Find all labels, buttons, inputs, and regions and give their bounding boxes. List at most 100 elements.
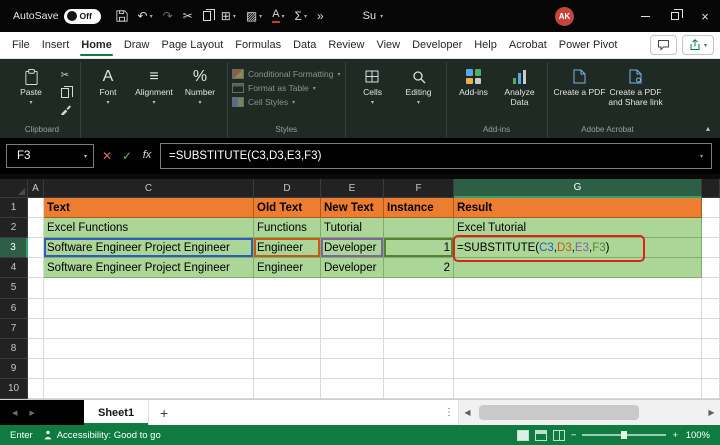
page-break-view-button[interactable]: [553, 430, 565, 441]
new-sheet-button[interactable]: +: [149, 400, 179, 425]
menu-home[interactable]: Home: [75, 32, 118, 58]
cell-G9[interactable]: [454, 359, 702, 379]
zoom-slider-handle[interactable]: [621, 431, 627, 439]
autosum-button[interactable]: Σ▾: [290, 4, 312, 28]
cell-D1[interactable]: Old Text: [254, 198, 321, 218]
cell-D9[interactable]: [254, 359, 321, 379]
format-as-table-button[interactable]: Format as Table ▾: [232, 83, 341, 93]
cancel-button[interactable]: ✕: [97, 149, 117, 163]
cells-menu-button[interactable]: Cells ▾: [350, 62, 396, 106]
format-painter-button[interactable]: [56, 103, 74, 116]
column-header-C[interactable]: C: [44, 179, 254, 198]
create-pdf-share-button[interactable]: Create a PDF and Share link: [608, 62, 664, 108]
cell-C3[interactable]: Software Engineer Project Engineer: [44, 238, 254, 258]
cell-styles-button[interactable]: Cell Styles ▾: [232, 97, 341, 107]
copy-button[interactable]: [56, 86, 74, 99]
cell-A6[interactable]: [28, 299, 44, 319]
cell-G10[interactable]: [454, 379, 702, 399]
cell-F7[interactable]: [384, 319, 454, 339]
cell-E4[interactable]: Developer: [321, 258, 384, 278]
cut-button[interactable]: ✂: [56, 69, 74, 82]
cell-D6[interactable]: [254, 299, 321, 319]
cell-F4[interactable]: 2: [384, 258, 454, 278]
comments-button[interactable]: [650, 35, 677, 55]
cell-E2[interactable]: Tutorial: [321, 218, 384, 238]
cell-A9[interactable]: [28, 359, 44, 379]
cell-partial-10[interactable]: [702, 379, 720, 399]
cell-A10[interactable]: [28, 379, 44, 399]
cell-F2[interactable]: [384, 218, 454, 238]
accessibility-checker[interactable]: Accessibility: Good to go: [43, 430, 161, 441]
horizontal-scrollbar[interactable]: ◀ ▶: [458, 400, 720, 425]
cell-partial-1[interactable]: [702, 198, 720, 218]
cell-partial-2[interactable]: [702, 218, 720, 238]
redo-button[interactable]: ↷: [158, 4, 178, 28]
formula-input[interactable]: =SUBSTITUTE(C3,D3,E3,F3) ▾: [160, 143, 712, 169]
analyze-data-button[interactable]: Analyze Data: [497, 62, 543, 108]
menu-power-pivot[interactable]: Power Pivot: [553, 32, 624, 58]
cell-C9[interactable]: [44, 359, 254, 379]
cell-E7[interactable]: [321, 319, 384, 339]
share-button[interactable]: ▾: [682, 35, 714, 55]
row-header-1[interactable]: 1: [0, 198, 28, 218]
column-header-D[interactable]: D: [254, 179, 321, 198]
sheet-tab-sheet1[interactable]: Sheet1: [84, 400, 149, 425]
font-menu-button[interactable]: A Font ▾: [85, 62, 131, 106]
menu-review[interactable]: Review: [322, 32, 370, 58]
cell-E3[interactable]: Developer: [321, 238, 384, 258]
scroll-right-icon[interactable]: ▶: [703, 408, 720, 417]
cell-D5[interactable]: [254, 278, 321, 298]
menu-acrobat[interactable]: Acrobat: [503, 32, 553, 58]
column-header-F[interactable]: F: [384, 179, 454, 198]
tab-options-icon[interactable]: ⋮: [440, 400, 458, 425]
zoom-slider[interactable]: [582, 434, 666, 436]
menu-developer[interactable]: Developer: [406, 32, 468, 58]
menu-data[interactable]: Data: [287, 32, 322, 58]
row-header-4[interactable]: 4: [0, 258, 28, 278]
cell-partial-5[interactable]: [702, 278, 720, 298]
cell-G8[interactable]: [454, 339, 702, 359]
cell-A7[interactable]: [28, 319, 44, 339]
cell-D7[interactable]: [254, 319, 321, 339]
cell-D8[interactable]: [254, 339, 321, 359]
cell-partial-8[interactable]: [702, 339, 720, 359]
cell-partial-3[interactable]: [702, 238, 720, 258]
column-header-A[interactable]: A: [28, 179, 44, 198]
cell-A2[interactable]: [28, 218, 44, 238]
cell-C6[interactable]: [44, 299, 254, 319]
column-header-partial[interactable]: [702, 179, 720, 198]
cell-F5[interactable]: [384, 278, 454, 298]
alignment-menu-button[interactable]: ≡ Alignment ▾: [131, 62, 177, 106]
minimize-button[interactable]: [630, 0, 660, 32]
cell-D4[interactable]: Engineer: [254, 258, 321, 278]
collapse-ribbon-button[interactable]: ▴: [706, 124, 710, 133]
menu-view[interactable]: View: [370, 32, 406, 58]
cell-E9[interactable]: [321, 359, 384, 379]
cell-D2[interactable]: Functions: [254, 218, 321, 238]
cell-A3[interactable]: [28, 238, 44, 258]
zoom-out-icon[interactable]: −: [571, 430, 577, 441]
undo-button[interactable]: ↶▾: [133, 4, 158, 28]
close-button[interactable]: ×: [690, 0, 720, 32]
font-color-button[interactable]: A▾: [267, 4, 289, 28]
copy-button[interactable]: [198, 4, 216, 28]
scroll-left-icon[interactable]: ◀: [459, 408, 476, 417]
cell-partial-9[interactable]: [702, 359, 720, 379]
cell-G1[interactable]: Result: [454, 198, 702, 218]
cell-F9[interactable]: [384, 359, 454, 379]
row-header-2[interactable]: 2: [0, 218, 28, 238]
row-header-9[interactable]: 9: [0, 359, 28, 379]
select-all-corner[interactable]: [0, 179, 28, 198]
fill-color-button[interactable]: ▨▾: [241, 4, 267, 28]
cell-F6[interactable]: [384, 299, 454, 319]
cell-partial-7[interactable]: [702, 319, 720, 339]
cell-G3[interactable]: =SUBSTITUTE(C3,D3,E3,F3): [454, 238, 702, 258]
save-button[interactable]: [111, 4, 133, 28]
document-title[interactable]: Su ▾: [363, 10, 383, 22]
scrollbar-thumb[interactable]: [479, 405, 639, 420]
cell-F1[interactable]: Instance: [384, 198, 454, 218]
cell-F3[interactable]: 1: [384, 238, 454, 258]
row-header-6[interactable]: 6: [0, 299, 28, 319]
cut-button[interactable]: ✂: [178, 4, 198, 28]
sheet-nav-right-icon[interactable]: ▶: [29, 409, 34, 417]
